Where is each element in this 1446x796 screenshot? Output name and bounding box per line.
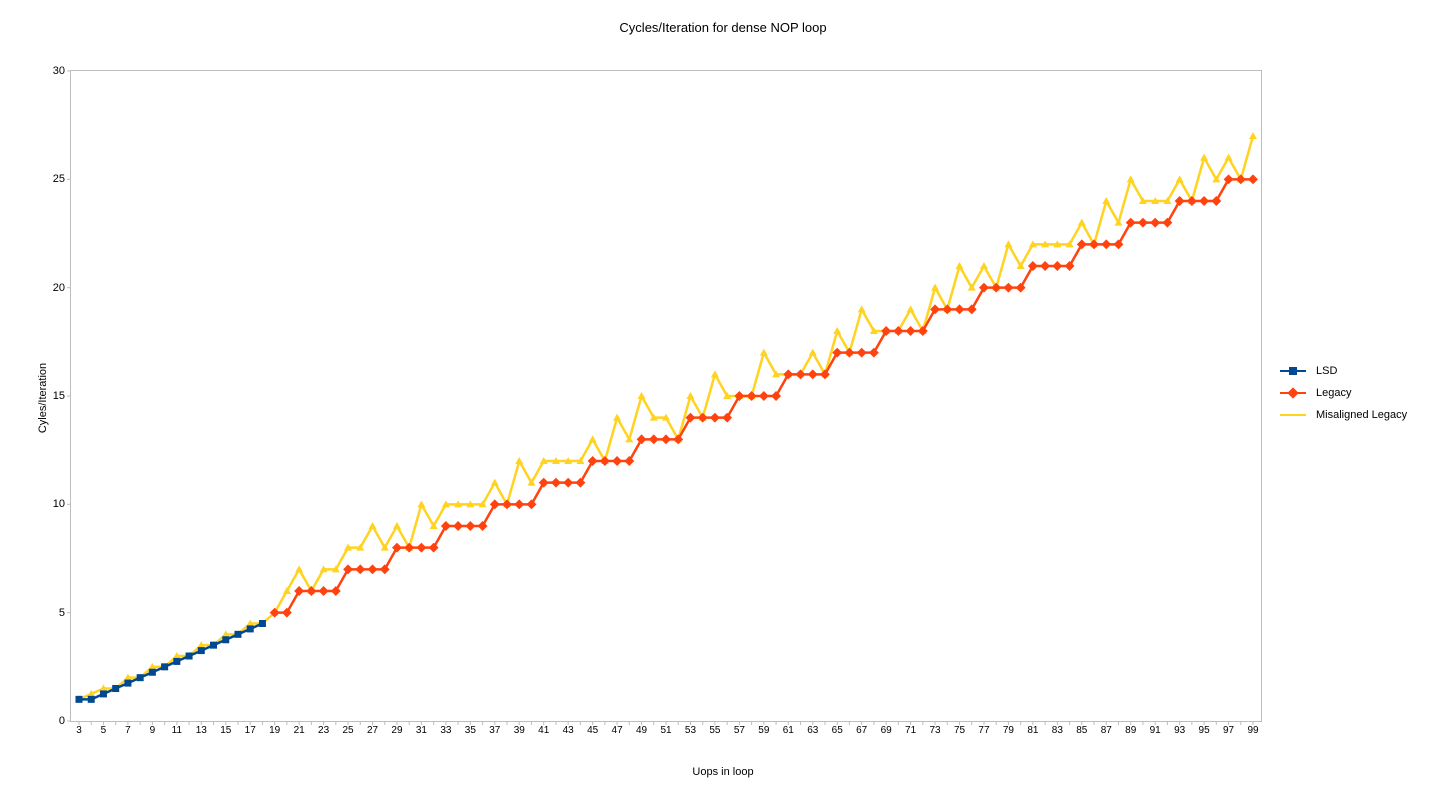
y-tick: 20: [53, 282, 71, 294]
x-tick: 65: [832, 721, 843, 736]
x-tick: 43: [563, 721, 574, 736]
x-tick: 49: [636, 721, 647, 736]
x-tick: 63: [807, 721, 818, 736]
x-tick: 77: [978, 721, 989, 736]
plot-area: 0510152025303579111315171921232527293133…: [70, 70, 1262, 722]
plot-svg: [71, 71, 1261, 721]
x-tick: 51: [660, 721, 671, 736]
x-tick: 23: [318, 721, 329, 736]
legend-marker-icon: [1280, 370, 1306, 372]
legend-marker-icon: [1280, 414, 1306, 416]
x-tick: 41: [538, 721, 549, 736]
x-tick: 81: [1027, 721, 1038, 736]
x-tick: 59: [758, 721, 769, 736]
legend-item: LSD: [1280, 360, 1407, 382]
chart-title: Cycles/Iteration for dense NOP loop: [0, 20, 1446, 35]
legend-label: Legacy: [1316, 387, 1351, 399]
x-tick: 13: [196, 721, 207, 736]
x-tick: 11: [172, 721, 182, 736]
legend-marker-icon: [1280, 392, 1306, 394]
x-tick: 3: [76, 721, 82, 736]
x-tick: 17: [245, 721, 256, 736]
x-tick: 93: [1174, 721, 1185, 736]
x-tick: 25: [342, 721, 353, 736]
chart-container: Cycles/Iteration for dense NOP loop Cyle…: [0, 0, 1446, 796]
y-axis-label: Cyles/Iteration: [37, 363, 49, 433]
legend-label: LSD: [1316, 365, 1337, 377]
x-axis-label: Uops in loop: [0, 766, 1446, 778]
x-tick: 57: [734, 721, 745, 736]
x-tick: 45: [587, 721, 598, 736]
x-tick: 53: [685, 721, 696, 736]
y-tick: 15: [53, 390, 71, 402]
y-tick: 25: [53, 173, 71, 185]
x-tick: 7: [125, 721, 131, 736]
legend: LSD Legacy Misaligned Legacy: [1280, 360, 1407, 426]
x-tick: 31: [416, 721, 427, 736]
x-tick: 71: [905, 721, 916, 736]
legend-label: Misaligned Legacy: [1316, 409, 1407, 421]
x-tick: 97: [1223, 721, 1234, 736]
x-tick: 55: [709, 721, 720, 736]
x-tick: 95: [1199, 721, 1210, 736]
y-tick: 30: [53, 65, 71, 77]
x-tick: 91: [1150, 721, 1161, 736]
y-tick: 10: [53, 498, 71, 510]
x-tick: 29: [391, 721, 402, 736]
x-tick: 79: [1003, 721, 1014, 736]
x-tick: 73: [929, 721, 940, 736]
x-tick: 67: [856, 721, 867, 736]
x-tick: 15: [220, 721, 231, 736]
legend-item: Misaligned Legacy: [1280, 404, 1407, 426]
y-tick: 5: [59, 607, 71, 619]
x-tick: 35: [465, 721, 476, 736]
legend-item: Legacy: [1280, 382, 1407, 404]
x-tick: 47: [612, 721, 623, 736]
x-tick: 37: [489, 721, 500, 736]
x-tick: 85: [1076, 721, 1087, 736]
x-tick: 9: [150, 721, 156, 736]
x-tick: 75: [954, 721, 965, 736]
x-tick: 83: [1052, 721, 1063, 736]
x-tick: 39: [514, 721, 525, 736]
x-tick: 33: [440, 721, 451, 736]
x-tick: 89: [1125, 721, 1136, 736]
x-tick: 19: [269, 721, 280, 736]
x-tick: 27: [367, 721, 378, 736]
y-tick: 0: [59, 715, 71, 727]
x-tick: 99: [1247, 721, 1258, 736]
x-tick: 61: [783, 721, 794, 736]
x-tick: 21: [294, 721, 305, 736]
x-tick: 87: [1101, 721, 1112, 736]
x-tick: 5: [101, 721, 107, 736]
x-tick: 69: [881, 721, 892, 736]
